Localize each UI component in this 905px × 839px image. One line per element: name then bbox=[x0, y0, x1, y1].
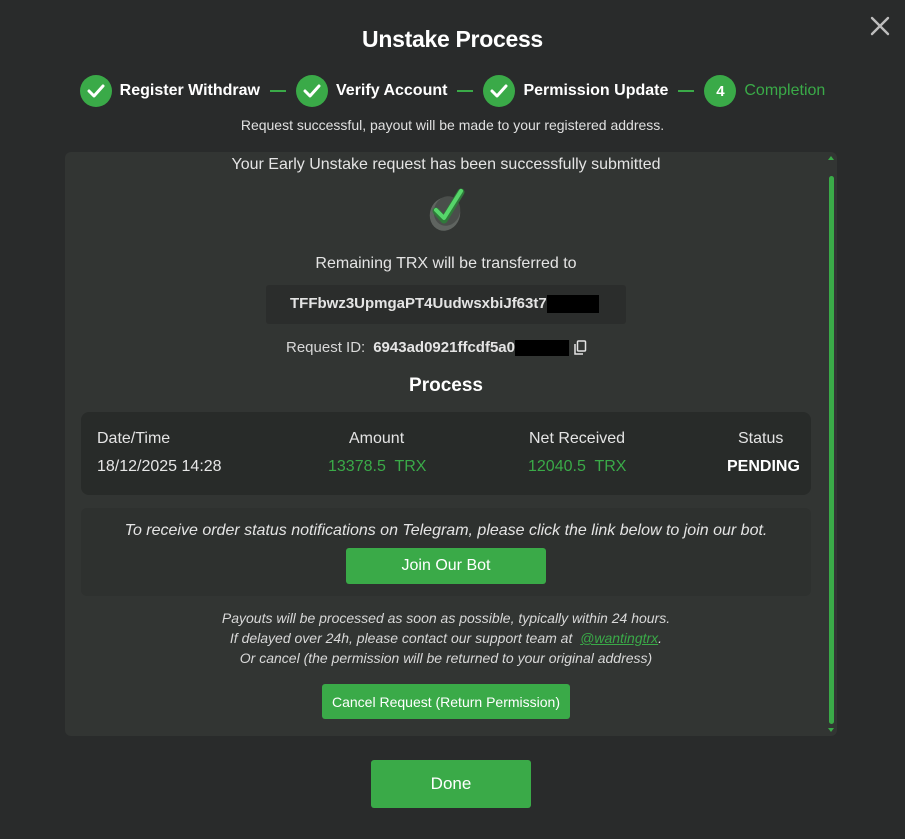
remaining-text: Remaining TRX will be transferred to bbox=[315, 255, 577, 272]
cell-datetime: 18/12/2025 14:28 bbox=[97, 458, 222, 475]
done-button[interactable]: Done bbox=[371, 760, 531, 808]
process-table: Date/Time Amount Net Received Status 18/… bbox=[81, 412, 811, 495]
check-icon bbox=[296, 75, 328, 107]
step-completion: 4 Completion bbox=[704, 75, 825, 107]
status-subtitle: Request successful, payout will be made … bbox=[240, 117, 665, 133]
step-permission-update: Permission Update bbox=[483, 75, 668, 107]
support-link[interactable]: @wantingtrx bbox=[580, 630, 658, 646]
header-status: Status bbox=[738, 430, 784, 447]
header-datetime: Date/Time bbox=[97, 430, 171, 447]
process-title: Process bbox=[409, 375, 483, 396]
header-net-received: Net Received bbox=[529, 430, 626, 447]
join-bot-button[interactable]: Join Our Bot bbox=[346, 548, 546, 584]
step-verify-account: Verify Account bbox=[296, 75, 447, 107]
scroll-up-arrow[interactable] bbox=[828, 156, 834, 160]
telegram-text: To receive order status notifications on… bbox=[124, 522, 768, 539]
copy-icon[interactable] bbox=[573, 339, 587, 356]
step-label: Permission Update bbox=[523, 82, 669, 99]
stepper: Register Withdraw Verify Account Permiss… bbox=[0, 75, 905, 107]
status-badge: PENDING bbox=[727, 458, 800, 475]
success-check-icon bbox=[426, 188, 468, 234]
scroll-down-arrow[interactable] bbox=[828, 728, 834, 732]
redacted-block bbox=[514, 340, 569, 357]
payout-info: Payouts will be processed as soon as pos… bbox=[65, 608, 827, 668]
scrollbar[interactable] bbox=[829, 176, 834, 724]
cell-amount: 13378.5 TRX bbox=[328, 458, 427, 475]
wallet-address: TFFbwz3UpmgaPT4UudwsxbiJf63t7 bbox=[290, 295, 547, 312]
step-label: Verify Account bbox=[336, 82, 448, 99]
success-message: Your Early Unstake request has been succ… bbox=[231, 156, 661, 173]
step-number: 4 bbox=[704, 75, 737, 107]
check-icon bbox=[483, 75, 516, 107]
payout-line-3: Or cancel (the permission will be return… bbox=[239, 650, 653, 666]
check-icon bbox=[79, 75, 112, 107]
cancel-request-button[interactable]: Cancel Request (Return Permission) bbox=[322, 684, 570, 719]
address-box: TFFbwz3UpmgaPT4UudwsxbiJf63t7 bbox=[266, 285, 626, 324]
step-separator bbox=[457, 90, 474, 92]
step-separator bbox=[678, 90, 695, 92]
modal-title: Unstake Process bbox=[362, 26, 543, 52]
header-amount: Amount bbox=[349, 430, 405, 447]
request-id-label: Request ID: bbox=[286, 339, 366, 357]
request-id-row: Request ID: 6943ad0921ffcdf5a0 bbox=[286, 339, 587, 357]
payout-line-2: If delayed over 24h, please contact our … bbox=[229, 630, 663, 646]
redacted-block bbox=[546, 295, 599, 314]
step-label: Completion bbox=[744, 82, 826, 99]
cell-net-received: 12040.5 TRX bbox=[528, 458, 627, 475]
telegram-card: To receive order status notifications on… bbox=[81, 508, 811, 596]
step-label: Register Withdraw bbox=[119, 82, 260, 99]
step-register-withdraw: Register Withdraw bbox=[79, 75, 260, 107]
step-separator bbox=[270, 90, 286, 92]
request-id-value: 6943ad0921ffcdf5a0 bbox=[373, 339, 569, 357]
payout-line-1: Payouts will be processed as soon as pos… bbox=[221, 610, 671, 626]
